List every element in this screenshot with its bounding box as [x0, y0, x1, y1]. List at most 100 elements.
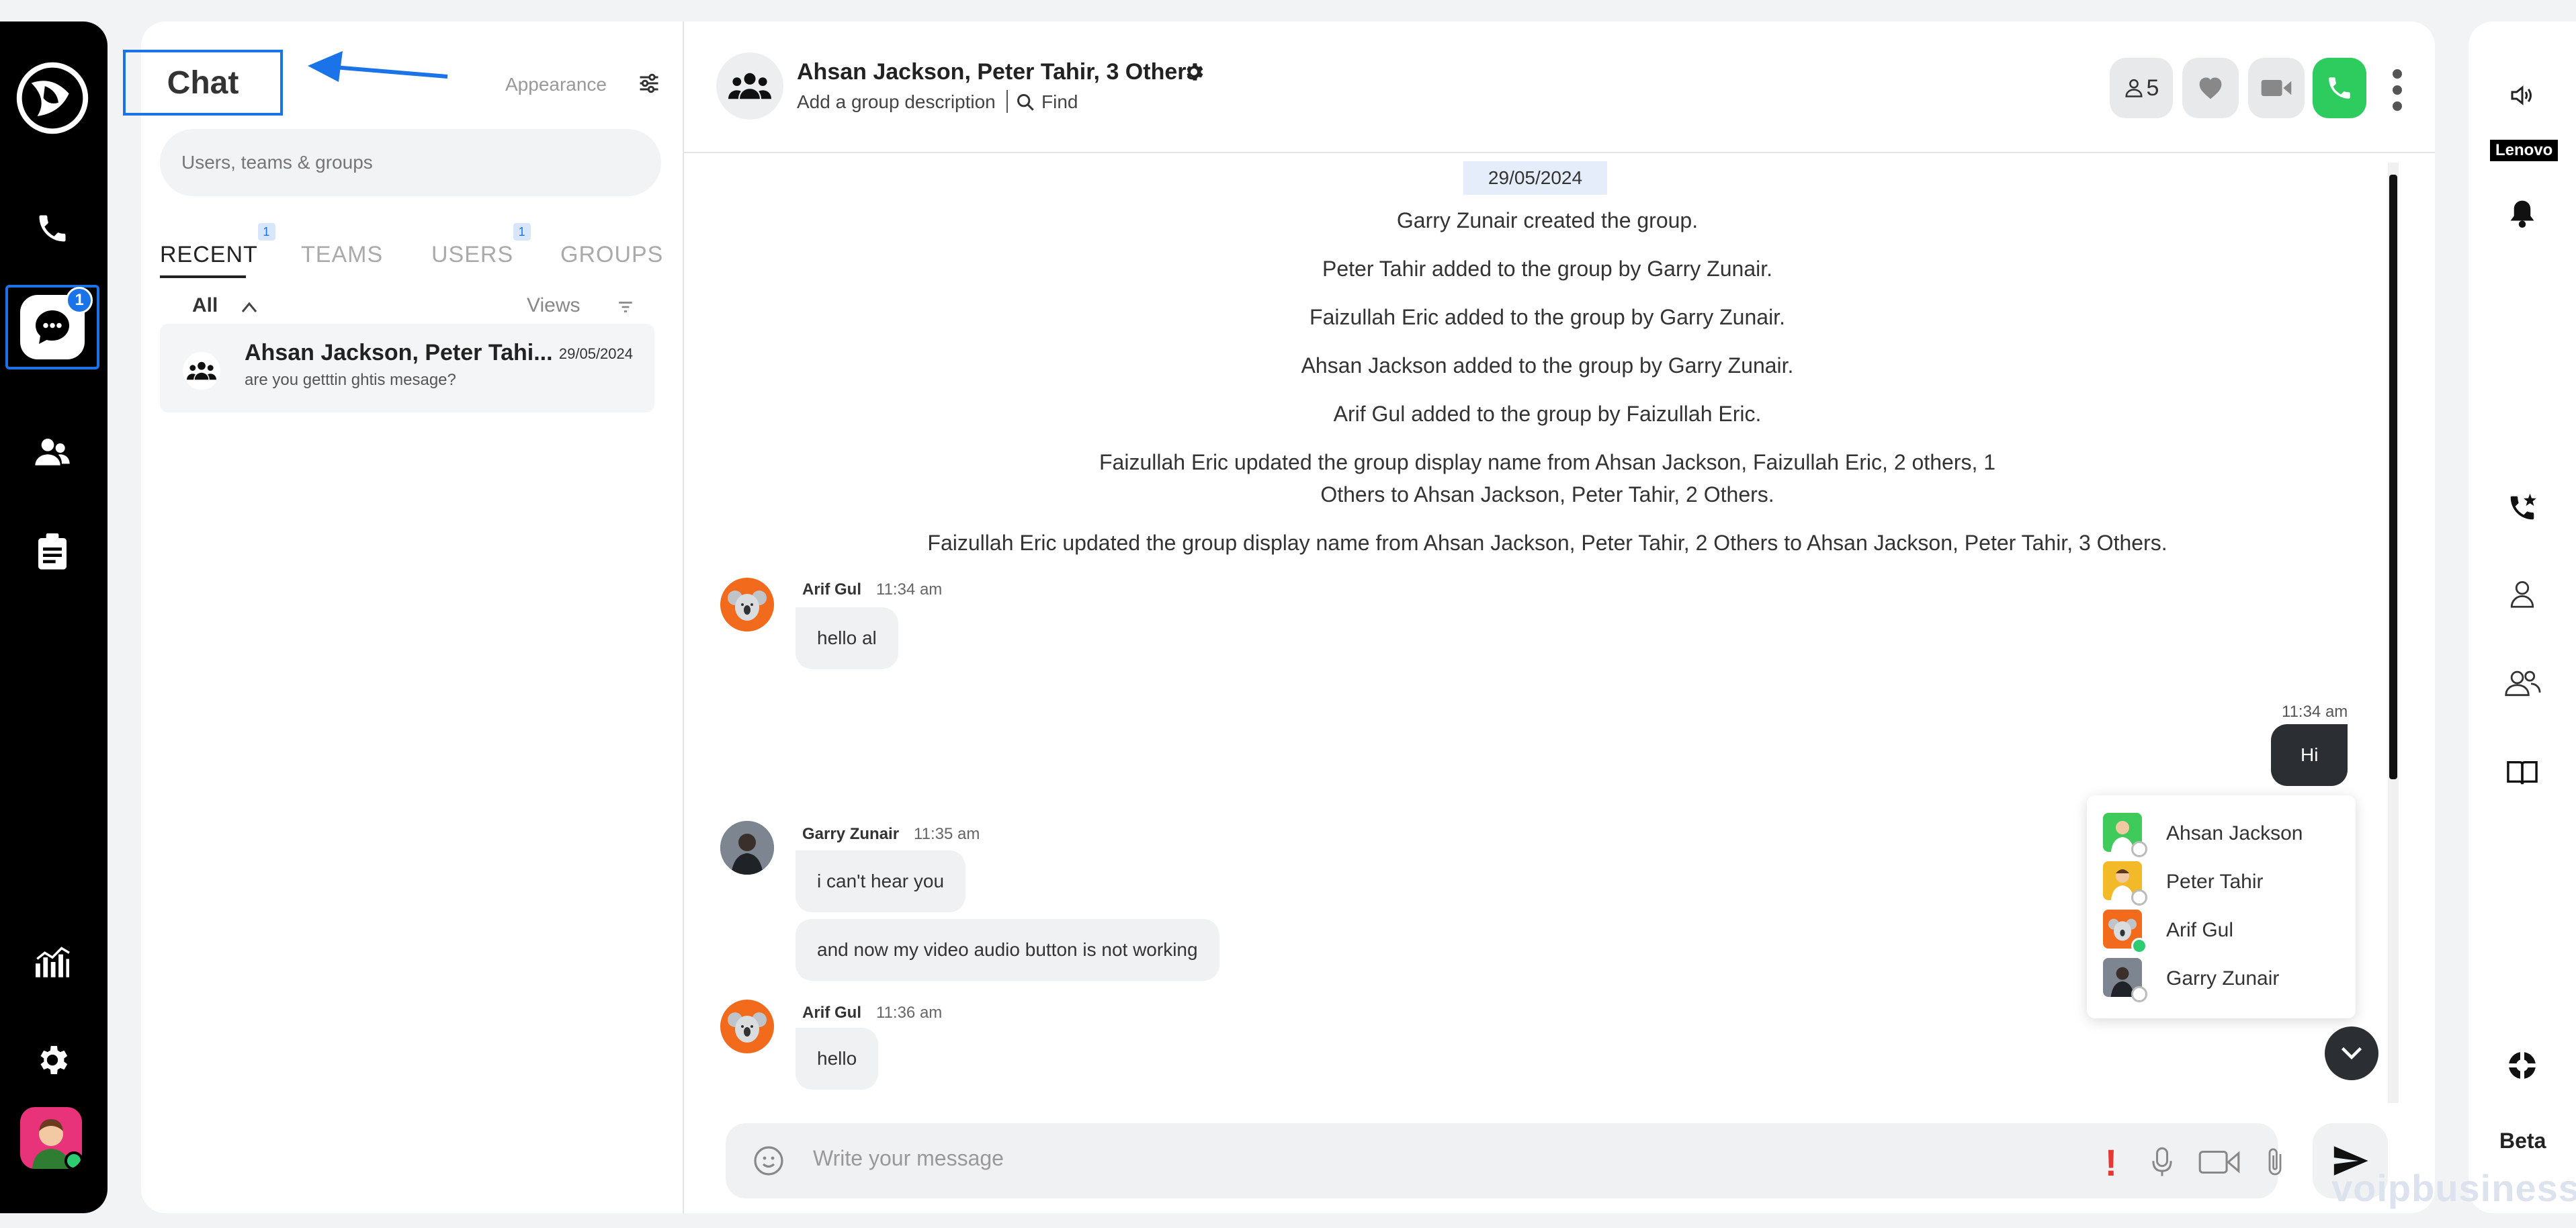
message-bubble[interactable]: hello [796, 1028, 879, 1090]
message-sender: Garry Zunair 11:35 am [802, 825, 980, 844]
gear-icon[interactable] [1183, 60, 1205, 83]
sender-name: Arif Gul [802, 1004, 861, 1022]
tab-groups-label: GROUPS [560, 242, 664, 267]
analytics-icon[interactable] [27, 936, 78, 988]
tab-groups[interactable]: GROUPS [560, 242, 663, 268]
attachment-icon[interactable] [2258, 1145, 2292, 1180]
system-message: Arif Gul added to the group by Faizullah… [1333, 402, 1762, 426]
phone-icon[interactable] [27, 203, 78, 254]
chat-window: Ahsan Jackson, Peter Tahir, 3 Others Add… [683, 21, 2435, 1213]
scroll-down-button[interactable] [2325, 1026, 2378, 1080]
filter-all-dropdown[interactable]: All [192, 294, 218, 317]
voice-call-button[interactable] [2313, 58, 2366, 118]
heart-icon [2199, 77, 2222, 99]
filter-icon[interactable] [617, 298, 634, 316]
chat-title: Ahsan Jackson, Peter Tahir, 3 Others [797, 59, 1199, 85]
appearance-link[interactable]: Appearance [505, 74, 607, 95]
notes-icon[interactable] [27, 527, 78, 578]
user-profile-icon[interactable] [2498, 570, 2546, 618]
tab-recent-badge: 1 [257, 223, 275, 240]
phone-icon [2329, 77, 2350, 99]
favorite-button[interactable] [2182, 58, 2239, 118]
more-options-icon[interactable] [2391, 69, 2404, 112]
emoji-icon[interactable] [753, 1145, 785, 1177]
search-input[interactable] [160, 129, 661, 196]
koala-icon [728, 590, 767, 621]
reader-name: Peter Tahir [2166, 871, 2264, 893]
divider [1006, 90, 1008, 113]
own-message-bubble[interactable]: Hi [2271, 724, 2348, 786]
search-icon[interactable] [1016, 93, 1035, 112]
system-message: Faizullah Eric updated the group display… [1099, 450, 1996, 507]
group-avatar[interactable] [716, 52, 783, 120]
chat-icon: 1 [20, 287, 93, 359]
reader-avatar [2103, 861, 2147, 906]
filter-row: All Views [192, 294, 656, 321]
system-message: Garry Zunair created the group. [1396, 208, 1699, 232]
chevron-up-icon[interactable] [241, 300, 258, 314]
find-link[interactable]: Find [1041, 91, 1078, 113]
reader-name: Arif Gul [2166, 919, 2234, 941]
chat-header: Ahsan Jackson, Peter Tahir, 3 Others Add… [684, 21, 2435, 153]
tune-icon[interactable] [637, 71, 661, 95]
speaker-icon[interactable] [2498, 71, 2546, 120]
message-scrollbar[interactable] [2388, 163, 2399, 1103]
message-input[interactable]: Write your message [813, 1146, 1004, 1171]
video-call-button[interactable] [2248, 58, 2305, 118]
reader-item[interactable]: Arif Gul [2103, 910, 2345, 954]
message-sender: Arif Gul 11:34 am [802, 580, 942, 599]
tab-teams-label: TEAMS [301, 242, 384, 267]
beta-label: Beta [2499, 1129, 2546, 1153]
read-receipts-popup: Ahsan Jackson Peter Tahir Arif Gul Garry… [2087, 795, 2356, 1018]
nav-rail: 1 [0, 21, 108, 1213]
message-bubble[interactable]: hello al [796, 607, 898, 669]
group-description-link[interactable]: Add a group description [797, 91, 996, 113]
person-photo-icon [720, 821, 774, 875]
message-bubble[interactable]: i can't hear you [796, 850, 966, 912]
book-icon[interactable] [2498, 748, 2546, 797]
tab-teams[interactable]: TEAMS [301, 242, 383, 268]
sender-avatar-arif[interactable] [720, 578, 774, 631]
person-icon [2125, 79, 2143, 97]
system-message: Ahsan Jackson added to the group by Garr… [1301, 353, 1794, 378]
chat-list-panel: Chat Appearance RECENT 1 TEAMS USERS 1 G… [123, 21, 683, 1213]
favorite-call-icon[interactable] [2498, 484, 2546, 532]
scrollbar-thumb[interactable] [2389, 175, 2397, 779]
device-label: Lenovo [2490, 140, 2559, 161]
views-dropdown[interactable]: Views [527, 294, 580, 317]
conversation-preview: are you getttin ghtis mesage? [245, 371, 456, 389]
message-bubble[interactable]: and now my video audio button is not wor… [796, 919, 1219, 981]
message-time: 11:34 am [876, 580, 943, 599]
reader-item[interactable]: Garry Zunair [2103, 958, 2345, 1002]
settings-icon[interactable] [27, 1035, 78, 1086]
message-time: 11:36 am [876, 1004, 943, 1022]
priority-icon[interactable]: ! [2094, 1141, 2129, 1184]
help-lifebuoy-icon[interactable] [2498, 1041, 2546, 1090]
reader-item[interactable]: Peter Tahir [2103, 861, 2345, 906]
sender-avatar-arif[interactable] [720, 1000, 774, 1053]
conversation-name: Ahsan Jackson, Peter Tahi... [245, 340, 553, 365]
right-rail: Lenovo Beta [2468, 21, 2576, 1213]
reader-item[interactable]: Ahsan Jackson [2103, 813, 2345, 857]
video-camera-icon[interactable] [2196, 1145, 2243, 1180]
contacts-icon[interactable] [27, 427, 78, 478]
group-users-icon[interactable] [2498, 658, 2546, 707]
active-tab-underline [160, 275, 246, 278]
bell-icon[interactable] [2498, 189, 2546, 238]
conversation-item[interactable]: Ahsan Jackson, Peter Tahi... 29/05/2024 … [160, 324, 654, 412]
list-tabs: RECENT 1 TEAMS USERS 1 GROUPS [160, 223, 671, 268]
tab-users[interactable]: USERS 1 [431, 223, 531, 268]
members-count: 5 [2146, 75, 2159, 101]
reader-avatar [2103, 910, 2147, 954]
koala-icon [728, 1012, 767, 1043]
members-button[interactable]: 5 [2110, 58, 2173, 118]
sender-avatar-garry[interactable] [720, 821, 774, 875]
user-avatar[interactable] [20, 1107, 82, 1169]
reader-name: Garry Zunair [2166, 967, 2280, 990]
tab-users-badge: 1 [513, 223, 531, 240]
microphone-icon[interactable] [2145, 1145, 2180, 1180]
tab-recent[interactable]: RECENT 1 [160, 223, 275, 268]
logo-icon[interactable] [15, 60, 90, 136]
chevron-down-icon [2341, 1047, 2362, 1060]
chat-nav-button[interactable]: 1 [5, 285, 99, 369]
